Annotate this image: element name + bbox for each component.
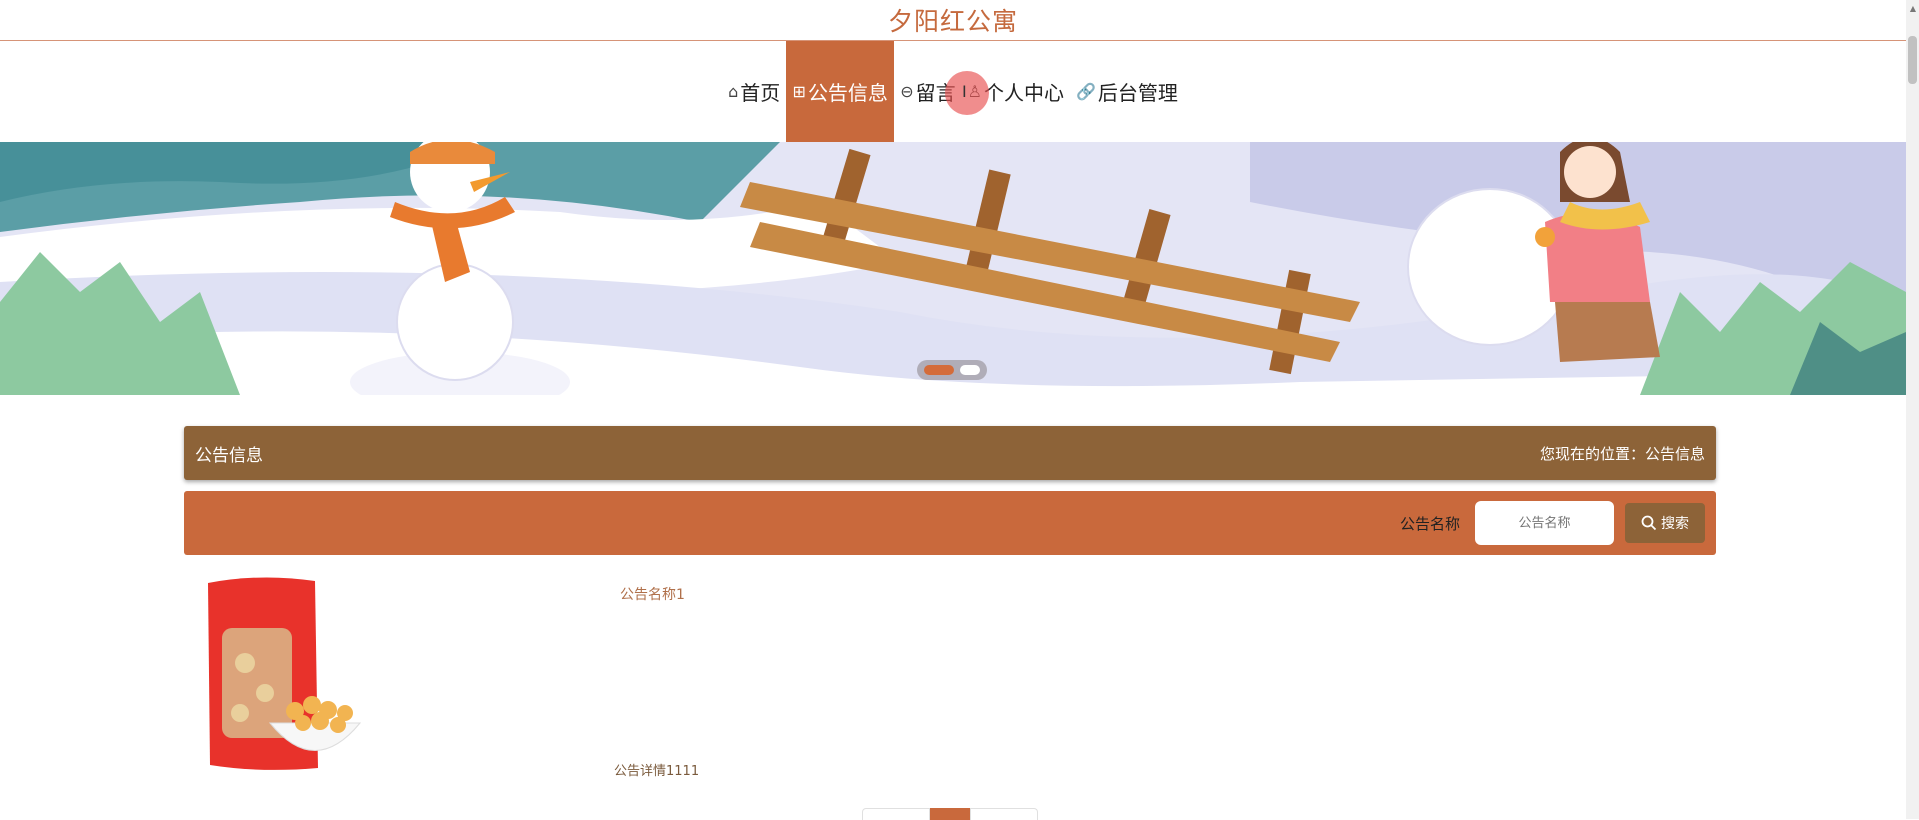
nav-item-label: 公告信息	[807, 81, 888, 105]
nav-item-home[interactable]: ⌂ 首页	[722, 41, 786, 142]
page-scrollbar[interactable]: ▲	[1906, 0, 1919, 819]
nav-item-label: 首页	[740, 81, 781, 105]
search-icon	[1641, 515, 1657, 531]
breadcrumb-position: 您现在的位置：公告信息	[1539, 444, 1705, 463]
mouse-cursor-indicator: I	[945, 71, 989, 115]
scroll-up-icon[interactable]: ▲	[1910, 4, 1916, 13]
carousel-indicators[interactable]	[917, 360, 987, 380]
home-icon: ⌂	[728, 82, 739, 101]
grid-icon: ⊞	[792, 82, 806, 101]
page-title: 公告信息	[195, 445, 263, 466]
site-title-text: 夕阳红公寓	[887, 7, 1018, 36]
snack-product-image	[208, 577, 362, 770]
search-label: 公告名称	[1400, 515, 1461, 533]
banner-carousel[interactable]	[0, 142, 1906, 395]
banner-image	[0, 142, 1906, 395]
breadcrumb: 公告信息 您现在的位置：公告信息	[184, 426, 1716, 480]
link-icon: 🔗	[1075, 82, 1096, 101]
nav-item-admin[interactable]: 🔗 后台管理	[1070, 41, 1184, 142]
pagination-prev-button[interactable]	[862, 808, 930, 820]
notice-detail: 公告详情1111	[614, 764, 700, 779]
message-icon: ⊖	[900, 82, 914, 101]
nav-item-label: 后台管理	[1097, 81, 1178, 105]
text-cursor-icon: I	[962, 82, 967, 101]
pagination	[862, 808, 1038, 820]
notice-title-link[interactable]: 公告名称1	[620, 584, 685, 604]
search-input[interactable]	[1475, 501, 1614, 545]
carousel-dot[interactable]	[960, 365, 980, 375]
search-button-label: 搜索	[1661, 516, 1689, 532]
carousel-dot-active[interactable]	[924, 365, 954, 375]
nav-item-notices[interactable]: ⊞ 公告信息	[786, 41, 895, 142]
site-title: 夕阳红公寓	[0, 0, 1906, 41]
scrollbar-thumb[interactable]	[1908, 36, 1917, 84]
nav-item-label: 个人中心	[983, 81, 1064, 105]
pagination-next-button[interactable]	[970, 808, 1038, 820]
search-button[interactable]: 搜索	[1625, 503, 1705, 543]
notice-thumbnail[interactable]	[200, 573, 380, 778]
search-bar: 公告名称 搜索	[184, 491, 1716, 555]
pagination-current-page[interactable]	[930, 808, 970, 820]
